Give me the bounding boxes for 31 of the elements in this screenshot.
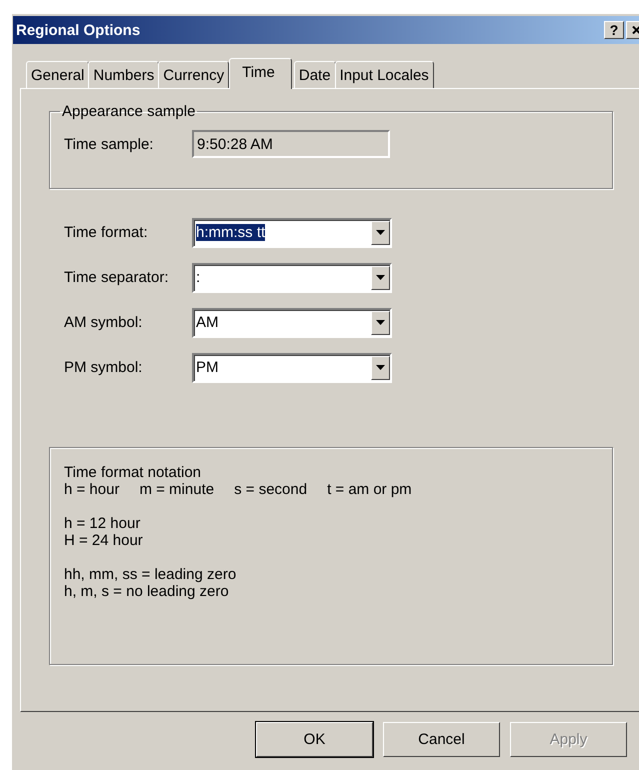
- tab[interactable]: General: [26, 61, 90, 88]
- field-label: Time separator:: [64, 269, 170, 286]
- field-label: AM symbol:: [64, 314, 144, 331]
- notation-text: h = hour: [64, 481, 120, 498]
- combo-box[interactable]: h:mm:ss tt: [192, 218, 392, 248]
- window-title: Regional Options: [16, 22, 140, 38]
- help-button[interactable]: ?: [604, 21, 624, 39]
- notation-text: t = am or pm: [327, 481, 412, 498]
- notation-text: s = second: [234, 481, 308, 498]
- field-label: Time format:: [64, 224, 149, 241]
- time-sample-field: 9:50:28 AM: [192, 130, 390, 158]
- notation-text: h = 12 hour: [64, 515, 142, 532]
- dialog-button[interactable]: OK: [256, 722, 373, 757]
- tab[interactable]: Time: [229, 58, 292, 89]
- tab[interactable]: Date: [294, 61, 336, 88]
- combo-box[interactable]: PM: [192, 352, 392, 382]
- dialog-button[interactable]: Cancel: [383, 722, 500, 757]
- tab[interactable]: Currency: [158, 61, 230, 88]
- field-label: Time sample:: [64, 136, 154, 152]
- close-icon: [632, 26, 639, 34]
- notation-text: h, m, s = no leading zero: [64, 583, 230, 600]
- group-title: Appearance sample: [61, 103, 196, 120]
- tab[interactable]: Input Locales: [334, 61, 434, 88]
- tab[interactable]: Numbers: [88, 61, 160, 88]
- notation-title: Time format notation: [64, 464, 202, 481]
- combo-box[interactable]: :: [192, 262, 392, 292]
- notation-text: m = minute: [139, 481, 214, 498]
- combo-box[interactable]: AM: [192, 308, 392, 338]
- notation-text: H = 24 hour: [64, 532, 144, 549]
- notation-text: hh, mm, ss = leading zero: [64, 566, 238, 583]
- field-label: PM symbol:: [64, 359, 144, 376]
